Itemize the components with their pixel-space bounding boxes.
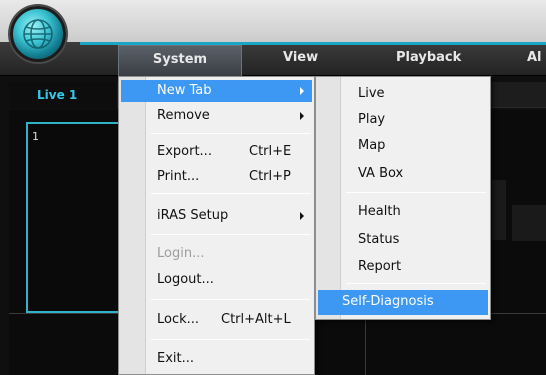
- menu-item-label: Login...: [157, 246, 205, 261]
- menu-item-health[interactable]: Health: [318, 201, 488, 223]
- menu-separator: [151, 339, 310, 340]
- menu-item-new-tab[interactable]: New Tab: [121, 80, 312, 102]
- menu-item-label: Health: [358, 204, 401, 219]
- menu-item-shortcut: Ctrl+E: [249, 144, 292, 159]
- menu-bar: System View Playback Al: [0, 42, 546, 76]
- menu-item-label: Exit...: [157, 351, 195, 366]
- menu-item-iras-setup[interactable]: iRAS Setup: [121, 204, 312, 228]
- menu-separator: [346, 283, 486, 284]
- menu-item-label: VA Box: [358, 166, 404, 181]
- menu-item-exit[interactable]: Exit...: [121, 348, 312, 370]
- menu-item-shortcut: Ctrl+Alt+L: [221, 312, 291, 327]
- title-bar: [0, 0, 546, 46]
- menu-separator: [151, 299, 310, 300]
- video-cell-1[interactable]: 1: [26, 122, 128, 313]
- chevron-right-icon: [300, 87, 304, 95]
- menu-item-label: Status: [358, 232, 400, 247]
- menu-item-self-diagnosis[interactable]: Self-Diagnosis: [318, 290, 488, 315]
- menu-item-print[interactable]: Print... Ctrl+P: [121, 166, 312, 188]
- menu-view[interactable]: View: [283, 50, 318, 65]
- watermark-block: [512, 205, 546, 241]
- new-tab-submenu: Live Play Map VA Box Health Status Repor…: [315, 76, 491, 320]
- menu-separator: [151, 234, 310, 235]
- menu-item-label: Remove: [157, 108, 210, 123]
- menu-item-export[interactable]: Export... Ctrl+E: [121, 141, 312, 163]
- menu-item-live[interactable]: Live: [318, 83, 488, 105]
- menu-item-shortcut: Ctrl+P: [249, 169, 291, 184]
- menu-item-label: Logout...: [157, 272, 214, 287]
- system-menu: New Tab Remove Export... Ctrl+E Print...…: [118, 76, 315, 375]
- menu-item-label: Print...: [157, 169, 200, 184]
- app-window: System View Playback Al Live 1 1 New Tab: [0, 0, 546, 375]
- menu-item-map[interactable]: Map: [318, 135, 488, 157]
- menu-item-label: Export...: [157, 144, 212, 159]
- chevron-right-icon: [300, 112, 304, 120]
- menu-item-login: Login...: [121, 243, 312, 265]
- menu-item-report[interactable]: Report: [318, 256, 488, 278]
- menu-item-status[interactable]: Status: [318, 229, 488, 251]
- menu-item-lock[interactable]: Lock... Ctrl+Alt+L: [121, 309, 312, 331]
- menu-system[interactable]: System: [118, 45, 242, 76]
- menu-separator: [151, 193, 310, 194]
- menu-item-label: Report: [358, 259, 402, 274]
- menu-item-va-box[interactable]: VA Box: [318, 163, 488, 185]
- menu-alarm[interactable]: Al: [527, 50, 542, 65]
- menu-item-label: Map: [358, 138, 386, 153]
- menu-item-logout[interactable]: Logout...: [121, 269, 312, 291]
- cell-number-label: 1: [32, 130, 39, 143]
- menu-item-label: Play: [358, 112, 386, 127]
- menu-item-label: iRAS Setup: [157, 208, 229, 223]
- chevron-right-icon: [300, 212, 304, 220]
- watermark-bar: [492, 180, 506, 240]
- menu-item-remove[interactable]: Remove: [121, 105, 312, 127]
- tab-live-1[interactable]: Live 1: [9, 82, 117, 108]
- menu-playback[interactable]: Playback: [396, 50, 461, 65]
- menu-item-label: Self-Diagnosis: [342, 294, 434, 309]
- menu-separator: [151, 133, 310, 134]
- menu-item-label: Lock...: [157, 312, 200, 327]
- menu-item-label: Live: [358, 86, 385, 101]
- menu-separator: [346, 192, 486, 193]
- menu-item-play[interactable]: Play: [318, 109, 488, 131]
- globe-logo-icon: [10, 6, 66, 62]
- menu-item-label: New Tab: [157, 83, 212, 98]
